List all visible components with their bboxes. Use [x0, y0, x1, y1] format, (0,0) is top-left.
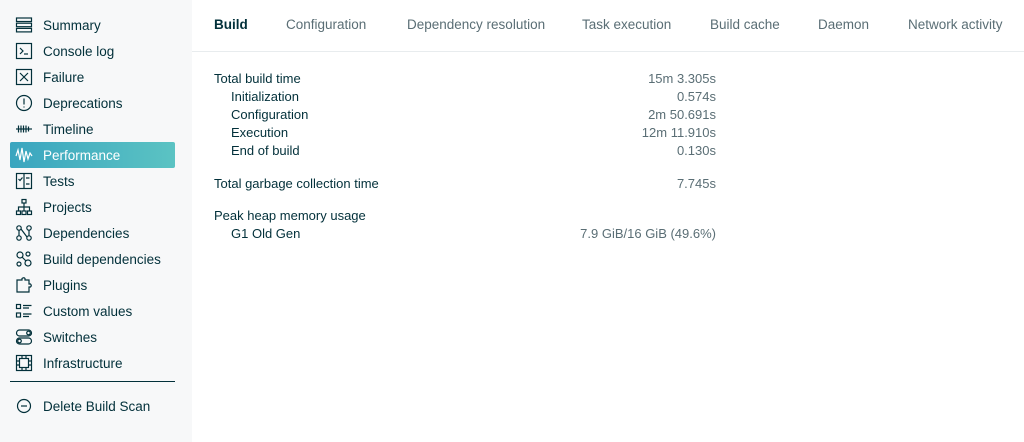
dependencies-icon	[14, 223, 34, 243]
sidebar-item-label: Failure	[43, 69, 85, 85]
plugins-icon	[14, 275, 34, 295]
metric-label: Execution	[231, 125, 289, 140]
switches-icon	[14, 327, 34, 347]
metric-row-execution: Execution 12m 11.910s	[214, 125, 716, 143]
sidebar-item-label: Switches	[43, 329, 98, 345]
metric-label: Peak heap memory usage	[214, 208, 366, 223]
sidebar-item-dependencies[interactable]: Dependencies	[10, 220, 175, 246]
metric-value: 7.745s	[676, 176, 716, 191]
metric-value: 0.574s	[676, 89, 716, 104]
custom-values-icon	[14, 301, 34, 321]
metric-label: Configuration	[231, 107, 309, 122]
metric-label: Initialization	[231, 89, 299, 104]
sidebar-item-custom-values[interactable]: Custom values	[10, 298, 175, 324]
sidebar-item-label: Performance	[43, 147, 121, 163]
metric-label: G1 Old Gen	[231, 226, 301, 241]
sidebar-item-label: Console log	[43, 43, 115, 59]
minus-circle-icon	[14, 396, 34, 416]
sidebar-item-performance[interactable]: Performance	[10, 142, 175, 168]
metric-row-configuration: Configuration 2m 50.691s	[214, 107, 716, 125]
sidebar-item-label: Build dependencies	[43, 251, 161, 267]
metric-row-total-build-time: Total build time 15m 3.305s	[214, 71, 716, 89]
tab-build[interactable]: Build	[214, 17, 248, 32]
metric-label: End of build	[231, 143, 300, 158]
failure-icon	[14, 67, 34, 87]
sidebar-item-tests[interactable]: Tests	[10, 168, 175, 194]
sidebar-item-switches[interactable]: Switches	[10, 324, 175, 350]
sidebar-item-label: Tests	[43, 173, 75, 189]
tab-bar: Build Configuration Dependency resolutio…	[192, 0, 1024, 52]
sidebar-item-label: Plugins	[43, 277, 88, 293]
sidebar-divider	[10, 381, 175, 382]
tab-network-activity[interactable]: Network activity	[908, 17, 1003, 32]
sidebar-item-failure[interactable]: Failure	[10, 64, 175, 90]
delete-build-scan-button[interactable]: Delete Build Scan	[14, 394, 150, 418]
performance-icon	[14, 145, 34, 165]
metric-row-peak-heap: Peak heap memory usage	[214, 208, 716, 226]
metric-label: Total build time	[214, 71, 301, 86]
deprecation-icon	[14, 93, 34, 113]
infrastructure-icon	[14, 353, 34, 373]
projects-icon	[14, 197, 34, 217]
sidebar-item-label: Custom values	[43, 303, 133, 319]
build-dependencies-icon	[14, 249, 34, 269]
sidebar: Summary Console log Failure Deprecations…	[0, 0, 192, 442]
sidebar-item-plugins[interactable]: Plugins	[10, 272, 175, 298]
metric-value: 7.9 GiB/16 GiB (49.6%)	[580, 226, 716, 241]
summary-icon	[14, 15, 34, 35]
console-icon	[14, 41, 34, 61]
sidebar-item-console-log[interactable]: Console log	[10, 38, 175, 64]
main-content: Build Configuration Dependency resolutio…	[192, 0, 1024, 442]
delete-build-scan-label: Delete Build Scan	[43, 398, 151, 414]
tests-icon	[14, 171, 34, 191]
sidebar-item-label: Dependencies	[43, 225, 130, 241]
sidebar-item-projects[interactable]: Projects	[10, 194, 175, 220]
tab-configuration[interactable]: Configuration	[286, 17, 366, 32]
sidebar-item-label: Summary	[43, 17, 101, 33]
sidebar-item-deprecations[interactable]: Deprecations	[10, 90, 175, 116]
metric-row-initialization: Initialization 0.574s	[214, 89, 716, 107]
metric-value: 0.130s	[676, 143, 716, 158]
metric-value: 12m 11.910s	[641, 125, 716, 140]
metric-value: 2m 50.691s	[648, 107, 716, 122]
tab-task-execution[interactable]: Task execution	[582, 17, 671, 32]
sidebar-item-label: Projects	[43, 199, 92, 215]
metric-row-g1-old-gen: G1 Old Gen 7.9 GiB/16 GiB (49.6%)	[214, 226, 716, 244]
tab-build-cache[interactable]: Build cache	[710, 17, 780, 32]
sidebar-item-label: Infrastructure	[43, 355, 123, 371]
sidebar-item-label: Deprecations	[43, 95, 123, 111]
metric-value: 15m 3.305s	[648, 71, 716, 86]
metric-row-end-of-build: End of build 0.130s	[214, 143, 716, 161]
tab-daemon[interactable]: Daemon	[818, 17, 869, 32]
sidebar-item-infrastructure[interactable]: Infrastructure	[10, 350, 175, 376]
metric-row-gc-time: Total garbage collection time 7.745s	[214, 176, 716, 194]
sidebar-item-label: Timeline	[43, 121, 94, 137]
timeline-icon	[14, 119, 34, 139]
sidebar-item-summary[interactable]: Summary	[10, 12, 175, 38]
metric-label: Total garbage collection time	[214, 176, 379, 191]
sidebar-item-build-dependencies[interactable]: Build dependencies	[10, 246, 175, 272]
sidebar-item-timeline[interactable]: Timeline	[10, 116, 175, 142]
tab-dependency-resolution[interactable]: Dependency resolution	[407, 17, 545, 32]
sidebar-nav: Summary Console log Failure Deprecations…	[0, 0, 192, 376]
